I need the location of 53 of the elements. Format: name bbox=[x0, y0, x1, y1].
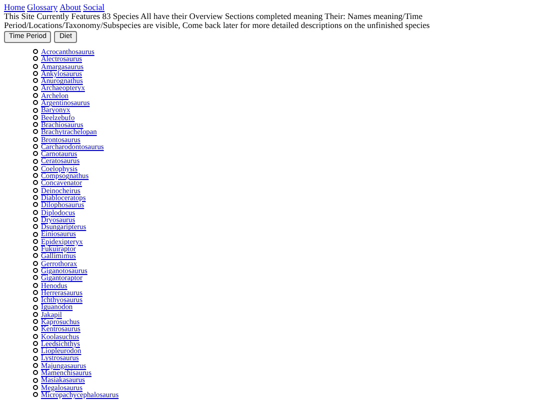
bullet-icon bbox=[33, 136, 38, 142]
bullet-icon bbox=[33, 180, 38, 186]
bullet-icon bbox=[33, 238, 38, 244]
nav-link[interactable]: About bbox=[60, 2, 82, 12]
bullet-icon bbox=[33, 166, 38, 171]
bullet-icon bbox=[33, 290, 38, 295]
bullet-icon bbox=[33, 253, 38, 258]
bullet-icon bbox=[33, 114, 38, 120]
intro-text: This Site Currently Features 83 Species All have their Overview Sections completed meaning Their: Names meaning/Time Period/Locations/Taxonomy/Subspecies are visible, Come back later for more detailed descriptions on the unfinished species bbox=[4, 12, 431, 30]
bullet-icon bbox=[33, 158, 38, 164]
bullet-icon bbox=[33, 122, 38, 128]
bullet-icon bbox=[33, 210, 38, 215]
bullet-icon bbox=[33, 312, 38, 317]
bullet-icon bbox=[33, 326, 38, 332]
bullet-icon bbox=[33, 334, 38, 339]
bullet-icon bbox=[33, 173, 38, 178]
bullet-icon bbox=[33, 297, 38, 302]
bullet-icon bbox=[33, 348, 38, 354]
bullet-icon bbox=[33, 56, 38, 62]
bullet-icon bbox=[33, 144, 38, 149]
nav-link[interactable]: Glossary bbox=[27, 2, 58, 12]
bullet-icon bbox=[33, 341, 38, 346]
bullet-icon bbox=[33, 92, 38, 98]
bullet-icon bbox=[33, 78, 38, 84]
bullet-icon bbox=[33, 370, 38, 376]
bullet-icon bbox=[33, 275, 38, 280]
bullet-icon bbox=[33, 384, 38, 390]
bullet-icon bbox=[33, 129, 38, 134]
bullet-icon bbox=[33, 49, 38, 54]
bullet-icon bbox=[33, 216, 38, 222]
bullet-icon bbox=[33, 71, 38, 76]
bullet-icon bbox=[33, 86, 38, 91]
bullet-icon bbox=[33, 188, 38, 193]
bullet-icon bbox=[33, 319, 38, 324]
nav-link[interactable]: Social bbox=[83, 2, 105, 12]
bullet-icon bbox=[33, 268, 38, 274]
bullet-icon bbox=[33, 282, 38, 288]
bullet-icon bbox=[33, 356, 38, 361]
bullet-icon bbox=[33, 195, 38, 200]
bullet-icon bbox=[33, 151, 38, 156]
bullet-icon bbox=[33, 260, 38, 266]
bullet-icon bbox=[33, 378, 38, 382]
bullet-icon bbox=[33, 224, 38, 230]
bullet-icon bbox=[33, 108, 38, 113]
bullet-icon bbox=[33, 246, 38, 252]
bullet-icon bbox=[33, 232, 38, 237]
bullet-icon bbox=[33, 304, 38, 310]
nav-link[interactable]: Home bbox=[4, 2, 26, 12]
bullet-icon bbox=[33, 64, 38, 69]
bullet-icon bbox=[33, 392, 38, 398]
bullet-icon bbox=[33, 100, 38, 106]
bullet-icon bbox=[33, 202, 38, 208]
bullet-icon bbox=[33, 362, 38, 368]
